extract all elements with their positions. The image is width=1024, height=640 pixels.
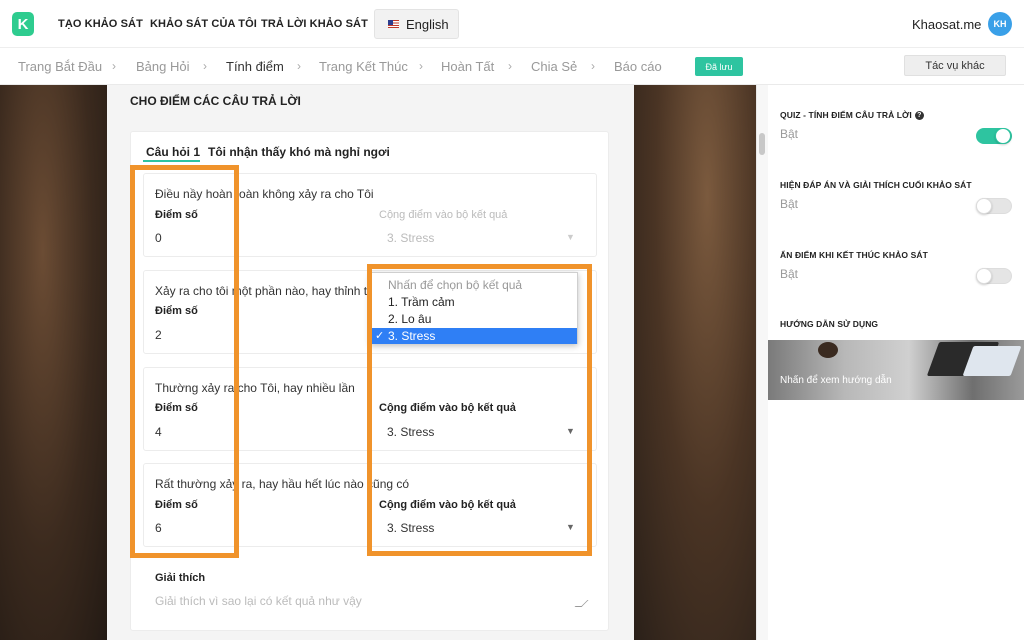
highlight-box-scores: [130, 165, 239, 558]
khaosat-logo-icon[interactable]: K: [12, 12, 34, 36]
nav-my-surveys[interactable]: KHẢO SÁT CỦA TÔI: [150, 18, 257, 30]
explanation-input[interactable]: Giải thích vì sao lại có kết quả như vậy: [155, 594, 362, 608]
step-scoring[interactable]: Tính điểm: [226, 59, 284, 74]
hide-score-title: ẨN ĐIỂM KHI KẾT THÚC KHẢO SÁT: [780, 250, 928, 260]
question-text: Tôi nhận thấy khó mà nghỉ ngơi: [208, 145, 390, 159]
toggle-knob: [995, 128, 1011, 144]
question-tab[interactable]: Câu hỏi 1: [146, 145, 200, 159]
coffee-cup-image: [818, 342, 838, 358]
user-avatar[interactable]: KH: [988, 12, 1012, 36]
background-photo-right: [634, 85, 756, 640]
explanation-label: Giải thích: [155, 572, 206, 584]
step-separator-icon: ›: [591, 59, 595, 73]
step-share[interactable]: Chia Sẻ: [531, 59, 577, 74]
help-icon[interactable]: ?: [914, 111, 924, 120]
step-separator-icon: ›: [419, 59, 423, 73]
brand-link[interactable]: Khaosat.me: [912, 17, 981, 32]
nav-answer-survey[interactable]: TRẢ LỜI KHẢO SÁT: [261, 18, 368, 30]
language-label: English: [406, 16, 449, 32]
step-separator-icon: ›: [203, 59, 207, 73]
step-start[interactable]: Trang Bắt Đầu: [18, 59, 102, 74]
saved-badge: Đã lưu: [695, 57, 743, 76]
step-separator-icon: ›: [297, 59, 301, 73]
toggle-knob: [976, 198, 992, 214]
toggle-knob: [976, 268, 992, 284]
scrollbar-track[interactable]: [756, 85, 768, 640]
step-separator-icon: ›: [508, 59, 512, 73]
quiz-toggle[interactable]: [976, 128, 1012, 144]
top-nav: K TẠO KHẢO SÁT KHẢO SÁT CỦA TÔI TRẢ LỜI …: [0, 0, 1024, 48]
step-end-page[interactable]: Trang Kết Thúc: [319, 59, 408, 74]
result-label: Cộng điểm vào bộ kết quả: [379, 209, 508, 221]
step-separator-icon: ›: [112, 59, 116, 73]
step-questions[interactable]: Bảng Hỏi: [136, 59, 189, 74]
question-tab-underline: [143, 160, 200, 162]
hide-score-toggle[interactable]: [976, 268, 1012, 284]
guide-title: HƯỚNG DẪN SỬ DỤNG: [780, 319, 879, 329]
show-answers-title: HIỆN ĐÁP ÁN VÀ GIẢI THÍCH CUỐI KHẢO SÁT: [780, 180, 972, 190]
chevron-down-icon[interactable]: ▼: [566, 232, 575, 242]
laptop-screen-image: [962, 346, 1022, 376]
section-title: CHO ĐIỂM CÁC CÂU TRẢ LỜI: [130, 94, 301, 108]
show-answers-state: Bật: [780, 197, 799, 211]
hide-score-state: Bật: [780, 267, 799, 281]
quiz-setting-state: Bật: [780, 127, 799, 141]
guide-caption[interactable]: Nhấn để xem hướng dẫn: [780, 375, 892, 386]
scrollbar-thumb[interactable]: [759, 133, 765, 155]
nav-create-survey[interactable]: TẠO KHẢO SÁT: [58, 18, 143, 30]
language-button[interactable]: English: [374, 9, 459, 39]
more-actions-button[interactable]: Tác vụ khác: [904, 55, 1006, 76]
result-select[interactable]: 3. Stress: [387, 231, 434, 245]
quiz-setting-title-text: QUIZ - TÍNH ĐIỂM CÂU TRẢ LỜI: [780, 110, 912, 120]
guide-thumbnail[interactable]: [768, 340, 1024, 400]
us-flag-icon: [388, 20, 399, 28]
background-photo-left: [0, 85, 107, 640]
steps-bar: Trang Bắt Đầu › Bảng Hỏi › Tính điểm › T…: [0, 48, 1024, 85]
highlight-box-results: [367, 264, 592, 556]
quiz-setting-title: QUIZ - TÍNH ĐIỂM CÂU TRẢ LỜI?: [780, 110, 924, 120]
show-answers-toggle[interactable]: [976, 198, 1012, 214]
step-done[interactable]: Hoàn Tất: [441, 59, 494, 74]
step-report[interactable]: Báo cáo: [614, 59, 662, 74]
